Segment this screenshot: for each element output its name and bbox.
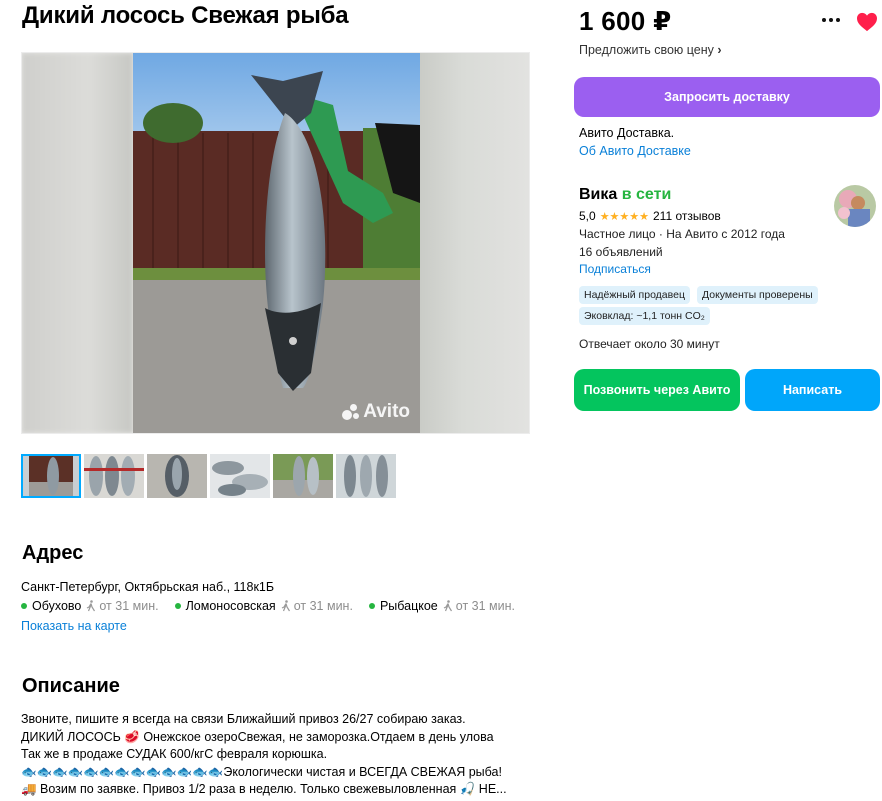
walk-icon (443, 600, 452, 612)
avito-watermark: Avito (342, 401, 410, 423)
walk-time: от 31 мин. (86, 599, 159, 613)
show-on-map-link[interactable]: Показать на карте (21, 619, 127, 633)
walk-time: от 31 мин. (443, 599, 515, 613)
seller-name[interactable]: Вика в сети (579, 186, 671, 204)
main-photo[interactable]: Avito (133, 53, 420, 433)
address-heading: Адрес (22, 542, 84, 564)
price: 1 600 ₽ (579, 6, 672, 36)
walk-icon (281, 600, 290, 612)
metro-item: Рыбацкое от 31 мин. (368, 599, 515, 613)
badge-reliable-seller[interactable]: Надёжный продавец (579, 286, 690, 304)
online-status: в сети (621, 186, 672, 203)
seller-type: Частное лицо · На Авито с 2012 года (579, 227, 785, 241)
badge-eco-contribution[interactable]: Эковклад: ~1,1 тонн CO₂ (579, 307, 710, 325)
description-line: 🚚 Возим по заявке. Привоз 1/2 раза в нед… (21, 782, 507, 796)
offer-price-link[interactable]: Предложить свою цену › (579, 43, 722, 57)
heart-icon[interactable] (856, 12, 878, 32)
thumbnail[interactable] (21, 454, 81, 498)
thumbnail[interactable] (273, 454, 333, 498)
star-rating-icon: ★★★★★ (599, 210, 649, 223)
more-dots-icon[interactable] (822, 14, 844, 26)
description-line: Так же в продаже СУДАК 600/кгС февраля к… (21, 747, 328, 761)
address-text: Санкт-Петербург, Октябрьская наб., 118к1… (21, 580, 275, 594)
call-via-avito-button[interactable]: Позвонить через Авито (574, 369, 740, 411)
metro-list: Обухово от 31 мин. Ломоносовская от 31 м… (21, 599, 515, 613)
subscribe-link[interactable]: Подписаться (579, 262, 651, 276)
description-text: Звоните, пишите я всегда на связи Ближай… (21, 711, 541, 799)
seller-ads-count[interactable]: 16 объявлений (579, 245, 663, 259)
thumbnail-strip (21, 454, 396, 498)
thumbnail[interactable] (84, 454, 144, 498)
walk-icon (87, 600, 96, 612)
metro-station: Ломоносовская (185, 599, 276, 613)
walk-time: от 31 мин. (281, 599, 353, 613)
write-message-button[interactable]: Написать (745, 369, 880, 411)
metro-dot-icon (174, 603, 181, 609)
metro-item: Обухово от 31 мин. (21, 599, 159, 613)
chevron-right-icon: › (717, 43, 722, 57)
seller-rating[interactable]: 5,0 ★★★★★ 211 отзывов (579, 209, 721, 223)
description-heading: Описание (22, 675, 120, 697)
gallery-blur-right (418, 53, 529, 433)
reply-time: Отвечает около 30 минут (579, 337, 720, 351)
watermark-text: Avito (363, 401, 410, 422)
photo-gallery[interactable]: Avito (21, 52, 530, 434)
request-delivery-button[interactable]: Запросить доставку (574, 77, 880, 117)
thumbnail[interactable] (210, 454, 270, 498)
metro-dot-icon (21, 603, 27, 609)
rating-value: 5,0 (579, 209, 596, 223)
description-line: ДИКИЙ ЛОСОСЬ 🥩 Онежское озероСвежая, не … (21, 729, 494, 744)
thumbnail[interactable] (336, 454, 396, 498)
metro-station: Обухово (32, 599, 82, 613)
metro-dot-icon (368, 603, 375, 609)
avatar[interactable] (834, 185, 876, 227)
gallery-blur-left (22, 53, 133, 433)
description-line: 🐟🐟🐟🐟🐟🐟🐟🐟🐟🐟🐟🐟🐟Экологически чистая и ВСЕГД… (21, 764, 502, 779)
thumbnail[interactable] (147, 454, 207, 498)
listing-title: Дикий лосось Свежая рыба (22, 2, 349, 29)
reviews-count: 211 отзывов (653, 209, 721, 223)
metro-item: Ломоносовская от 31 мин. (174, 599, 353, 613)
metro-station: Рыбацкое (379, 599, 438, 613)
avito-logo-icon (342, 404, 360, 420)
delivery-text: Авито Доставка. (579, 126, 675, 140)
about-delivery-link[interactable]: Об Авито Доставке (579, 144, 691, 158)
badge-documents-verified[interactable]: Документы проверены (697, 286, 818, 304)
description-line: Звоните, пишите я всегда на связи Ближай… (21, 712, 466, 726)
